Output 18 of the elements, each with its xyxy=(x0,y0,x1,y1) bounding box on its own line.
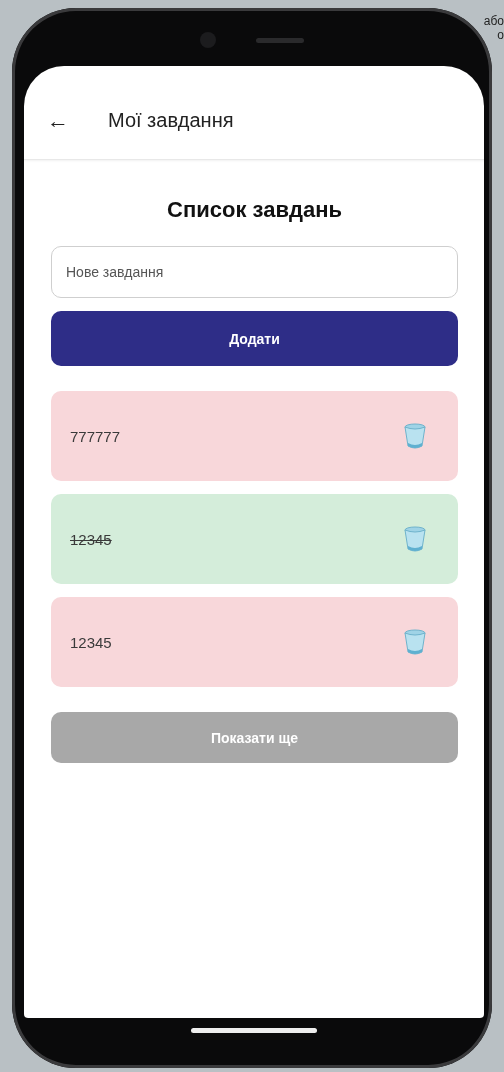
trash-icon[interactable] xyxy=(404,423,426,449)
list-heading: Список завдань xyxy=(166,196,343,224)
desktop-text: або xyxy=(483,14,504,28)
home-indicator[interactable] xyxy=(191,1028,317,1033)
add-button[interactable]: Додати xyxy=(51,311,458,366)
task-text: 12345 xyxy=(70,633,112,651)
task-text: 777777 xyxy=(70,427,121,445)
task-card[interactable]: 12345 xyxy=(51,597,458,687)
new-task-field[interactable]: Нове завдання xyxy=(51,246,458,298)
back-button[interactable]: ← xyxy=(46,107,70,134)
task-card[interactable]: 777777 xyxy=(51,391,458,481)
trash-icon[interactable] xyxy=(404,526,426,552)
speaker-grille xyxy=(256,37,304,43)
desktop-text: о xyxy=(496,28,504,42)
task-text: 12345 xyxy=(70,530,112,548)
task-card[interactable]: 12345 xyxy=(51,494,458,584)
screen-title: Мої завдання xyxy=(108,109,234,132)
trash-icon[interactable] xyxy=(404,629,426,655)
